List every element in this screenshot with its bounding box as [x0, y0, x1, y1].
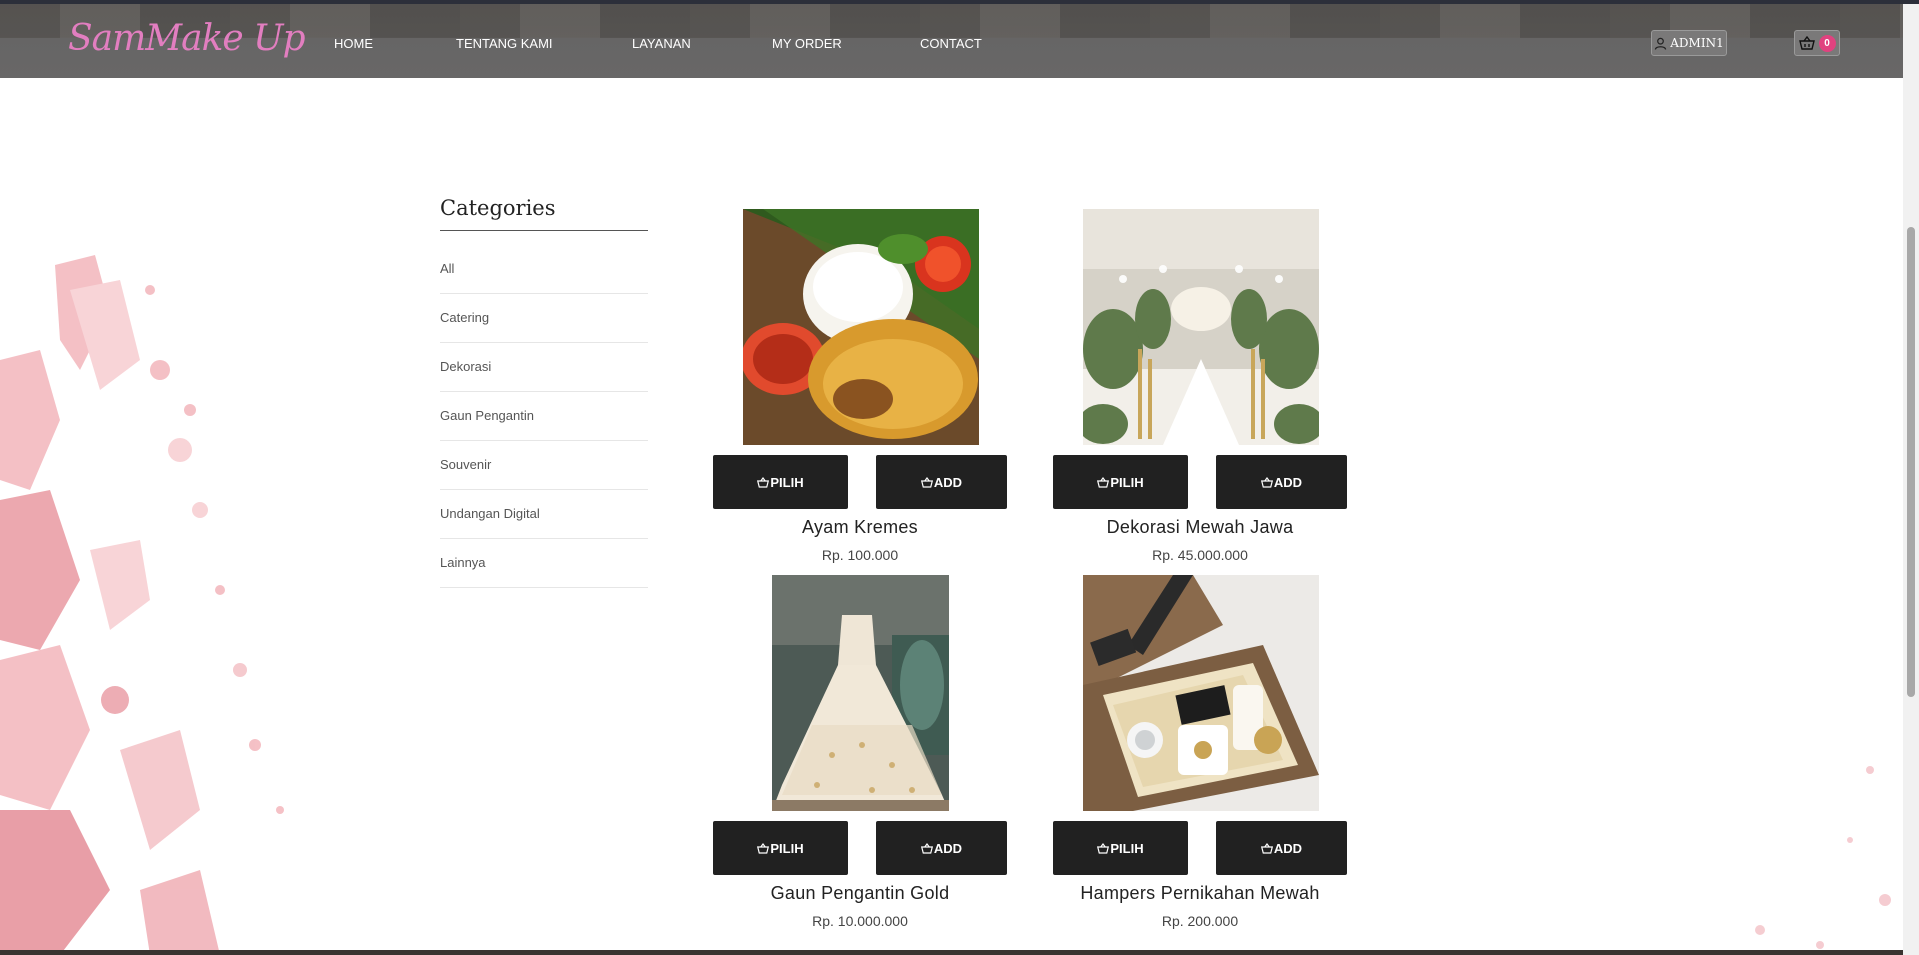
wedding-hampers-photo [1083, 575, 1319, 811]
add-label: ADD [1273, 474, 1303, 490]
cart-button[interactable]: 0 [1794, 30, 1840, 56]
user-icon [1655, 37, 1667, 50]
pilih-label: PILIH [1110, 474, 1144, 490]
add-label: ADD [1273, 840, 1303, 856]
category-list: All Catering Dekorasi Gaun Pengantin Sou… [440, 245, 648, 588]
category-item-catering[interactable]: Catering [440, 294, 648, 343]
nav-contact[interactable]: CONTACT [920, 36, 982, 51]
nav-my-order[interactable]: MY ORDER [772, 36, 842, 51]
window-bottom-strip [0, 950, 1903, 955]
basket-icon [1260, 842, 1273, 854]
add-to-cart-button[interactable]: ADD [876, 455, 1007, 509]
categories-heading-rule [440, 230, 648, 231]
product-price: Rp. 10.000.000 [812, 913, 908, 929]
wedding-gown-photo [772, 575, 949, 811]
decorative-powder-splash-right [1755, 766, 1891, 949]
basket-icon [1798, 36, 1815, 50]
pilih-label: PILIH [770, 840, 804, 856]
add-to-cart-button[interactable]: ADD [876, 821, 1007, 875]
brand-logo[interactable]: SamMake Up [68, 18, 306, 59]
cart-count-badge: 0 [1818, 34, 1836, 52]
decorative-powder-splash [0, 255, 284, 955]
add-label: ADD [933, 474, 963, 490]
product-image[interactable] [772, 575, 949, 811]
basket-icon [1097, 842, 1110, 854]
product-price: Rp. 200.000 [1161, 913, 1239, 929]
page-scrollbar[interactable] [1903, 4, 1919, 955]
basket-icon [757, 476, 770, 488]
pilih-label: PILIH [770, 474, 804, 490]
pilih-button[interactable]: PILIH [713, 455, 848, 509]
basket-icon [757, 842, 770, 854]
product-image[interactable] [1083, 575, 1319, 811]
basket-icon [1260, 476, 1273, 488]
category-item-dekorasi[interactable]: Dekorasi [440, 343, 648, 392]
product-image[interactable] [743, 209, 979, 445]
product-image[interactable] [1083, 209, 1319, 445]
category-item-lainnya[interactable]: Lainnya [440, 539, 648, 588]
category-item-souvenir[interactable]: Souvenir [440, 441, 648, 490]
add-to-cart-button[interactable]: ADD [1216, 821, 1347, 875]
nav-tentang-kami[interactable]: TENTANG KAMI [456, 36, 553, 51]
pilih-button[interactable]: PILIH [1053, 455, 1188, 509]
scrollbar-thumb[interactable] [1907, 227, 1915, 697]
fried-chicken-rice-photo [743, 209, 979, 445]
product-name[interactable]: Hampers Pernikahan Mewah [1053, 883, 1347, 904]
basket-icon [1097, 476, 1110, 488]
category-item-undangan-digital[interactable]: Undangan Digital [440, 490, 648, 539]
pilih-button[interactable]: PILIH [713, 821, 848, 875]
product-name[interactable]: Ayam Kremes [713, 517, 1007, 538]
basket-icon [920, 476, 933, 488]
category-item-all[interactable]: All [440, 245, 648, 294]
basket-icon [920, 842, 933, 854]
user-account-button[interactable]: ADMIN1 [1651, 30, 1727, 56]
add-label: ADD [933, 840, 963, 856]
category-item-gaun-pengantin[interactable]: Gaun Pengantin [440, 392, 648, 441]
pilih-label: PILIH [1110, 840, 1144, 856]
user-name-label: ADMIN1 [1670, 36, 1724, 50]
categories-heading: Categories [440, 196, 556, 220]
add-to-cart-button[interactable]: ADD [1216, 455, 1347, 509]
nav-home[interactable]: HOME [334, 36, 373, 51]
product-price: Rp. 45.000.000 [1152, 547, 1248, 563]
site-header: SamMake Up HOME TENTANG KAMI LAYANAN MY … [0, 4, 1903, 78]
nav-layanan[interactable]: LAYANAN [632, 36, 691, 51]
pilih-button[interactable]: PILIH [1053, 821, 1188, 875]
product-price: Rp. 100.000 [821, 547, 899, 563]
product-name[interactable]: Gaun Pengantin Gold [713, 883, 1007, 904]
wedding-decoration-photo [1083, 209, 1319, 445]
product-name[interactable]: Dekorasi Mewah Jawa [1053, 517, 1347, 538]
